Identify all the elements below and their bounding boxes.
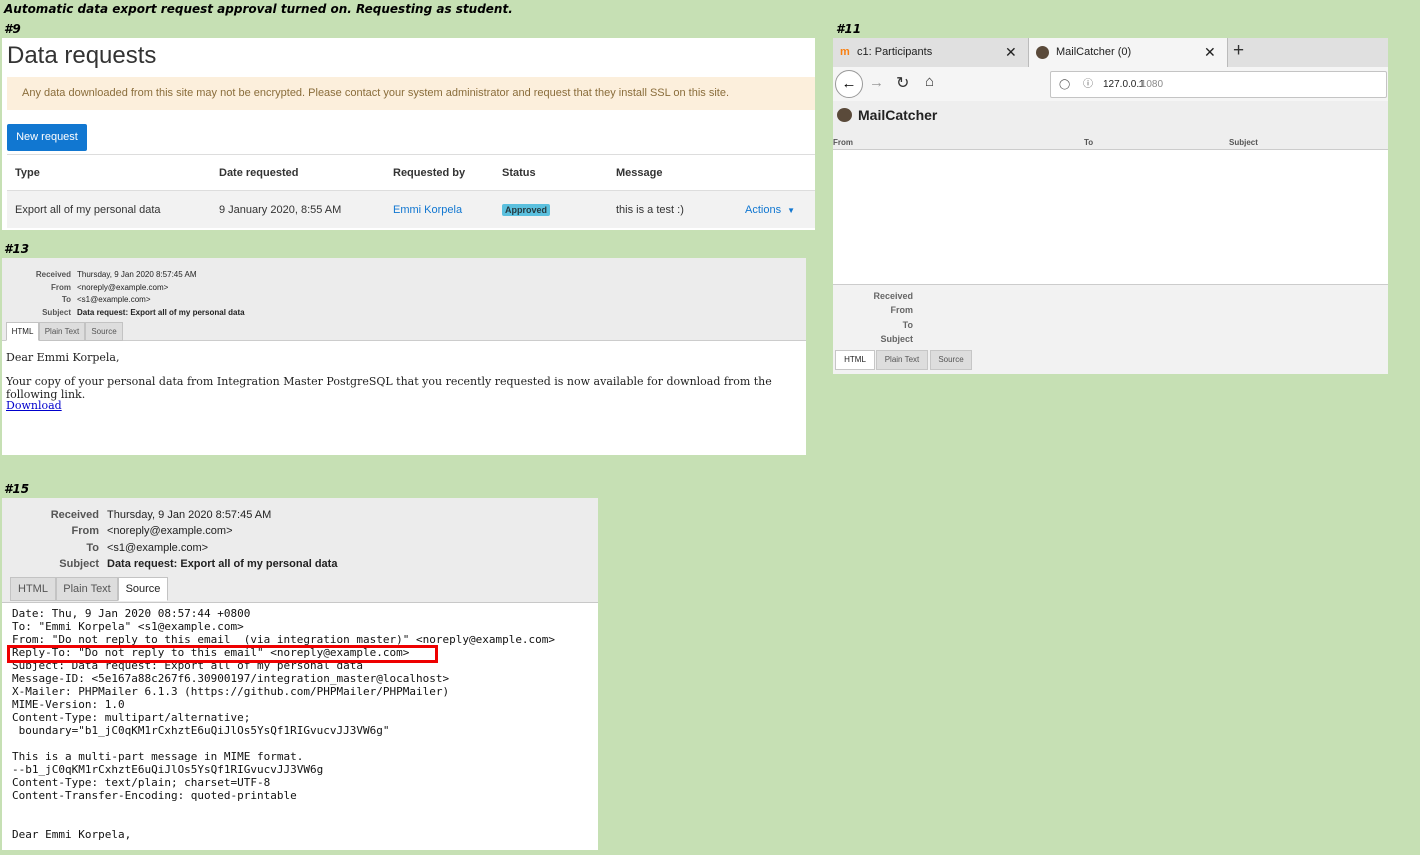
divider <box>7 154 815 155</box>
request-date-cell: 9 January 2020, 8:55 AM <box>219 204 342 216</box>
panel-label-9: #9 <box>4 22 21 36</box>
caret-down-icon: ▼ <box>787 206 796 215</box>
received-label: Received <box>873 291 913 301</box>
email-source-text: Date: Thu, 9 Jan 2020 08:57:44 +0800 To:… <box>12 607 556 841</box>
tab-plain-text[interactable]: Plain Text <box>39 322 85 341</box>
tab-source[interactable]: Source <box>118 577 168 601</box>
to-value: <s1@example.com> <box>77 295 151 304</box>
data-requests-panel: Data requests Any data downloaded from t… <box>2 38 815 230</box>
column-header-message: Message <box>616 167 663 179</box>
tab-html[interactable]: HTML <box>835 350 875 370</box>
to-label: To <box>61 295 71 304</box>
page-title: Data requests <box>7 42 157 69</box>
subject-value: Data request: Export all of my personal … <box>107 558 338 570</box>
from-value: <noreply@example.com> <box>77 283 169 292</box>
url-port: :1080 <box>1138 79 1164 90</box>
to-value: <s1@example.com> <box>107 542 209 554</box>
column-header-requested-by: Requested by <box>393 167 466 179</box>
subject-label: Subject <box>880 334 913 344</box>
subject-label: Subject <box>42 308 71 317</box>
column-header-status: Status <box>502 167 536 179</box>
ssl-warning-alert: Any data downloaded from this site may n… <box>7 77 815 110</box>
new-tab-button[interactable]: + <box>1233 40 1244 62</box>
column-header-to[interactable]: To <box>1084 138 1093 147</box>
panel-label-13: #13 <box>4 242 30 256</box>
requested-by-link[interactable]: Emmi Korpela <box>393 204 462 216</box>
email-body-text: Your copy of your personal data from Int… <box>6 375 772 401</box>
moodle-icon: m <box>840 46 850 58</box>
to-label: To <box>86 542 99 554</box>
column-header-from[interactable]: From <box>833 138 853 147</box>
received-value: Thursday, 9 Jan 2020 8:57:45 AM <box>107 509 272 521</box>
tab-html[interactable]: HTML <box>6 322 39 341</box>
url-bar[interactable]: ◯ ⓘ 127.0.0.1 :1080 <box>1050 71 1387 98</box>
tab-source[interactable]: Source <box>930 350 972 370</box>
from-label: From <box>890 305 914 315</box>
back-arrow-icon[interactable]: ← <box>835 70 863 98</box>
actions-label: Actions <box>745 204 782 216</box>
close-tab-icon[interactable]: ✕ <box>1204 38 1216 67</box>
info-icon: ⓘ <box>1083 79 1093 90</box>
new-request-button[interactable]: New request <box>7 124 87 151</box>
panel-label-15: #15 <box>4 482 30 496</box>
shield-icon: ◯ <box>1059 79 1071 90</box>
column-header-date: Date requested <box>219 167 299 179</box>
download-link[interactable]: Download <box>6 399 62 412</box>
app-title: MailCatcher <box>858 107 938 123</box>
email-source-panel: Received Thursday, 9 Jan 2020 8:57:45 AM… <box>2 498 598 850</box>
message-list <box>833 149 1388 285</box>
browser-window: m c1: Participants ✕ MailCatcher (0) ✕ +… <box>833 38 1388 374</box>
to-label: To <box>902 320 913 330</box>
from-value: <noreply@example.com> <box>107 525 233 537</box>
tab-source[interactable]: Source <box>85 322 123 341</box>
browser-toolbar: ← → ↻ ⌂ ◯ ⓘ 127.0.0.1 :1080 <box>833 67 1388 102</box>
request-message-cell: this is a test :) <box>616 204 684 216</box>
actions-menu[interactable]: Actions ▼ <box>745 204 795 216</box>
message-meta: Received From To Subject HTML Plain Text… <box>833 284 1388 374</box>
page-caption: Automatic data export request approval t… <box>4 2 513 16</box>
received-label: Received <box>35 270 71 279</box>
from-label: From <box>71 525 100 537</box>
email-greeting: Dear Emmi Korpela, <box>6 351 120 364</box>
mailcatcher-icon <box>837 108 852 122</box>
request-type-cell: Export all of my personal data <box>15 204 161 216</box>
browser-tab-mailcatcher[interactable]: MailCatcher (0) ✕ <box>1028 38 1228 67</box>
from-label: From <box>51 283 71 292</box>
browser-tab-label: MailCatcher (0) <box>1056 46 1132 58</box>
panel-label-11: #11 <box>836 22 862 36</box>
received-value: Thursday, 9 Jan 2020 8:57:45 AM <box>77 270 197 279</box>
mailcatcher-header: MailCatcher From To Subject <box>833 101 1388 149</box>
forward-arrow-icon[interactable]: → <box>869 74 884 91</box>
email-html-panel: Received Thursday, 9 Jan 2020 8:57:45 AM… <box>2 258 806 455</box>
received-label: Received <box>50 509 99 521</box>
tab-plain-text[interactable]: Plain Text <box>876 350 928 370</box>
subject-value: Data request: Export all of my personal … <box>77 308 245 317</box>
tab-html[interactable]: HTML <box>10 577 56 601</box>
reply-to-highlight <box>7 645 438 663</box>
browser-tab-participants[interactable]: m c1: Participants ✕ <box>833 38 1026 67</box>
mailcatcher-icon <box>1036 46 1049 59</box>
close-tab-icon[interactable]: ✕ <box>1005 38 1017 67</box>
subject-label: Subject <box>59 558 99 570</box>
column-header-subject[interactable]: Subject <box>1229 138 1258 147</box>
reload-icon[interactable]: ↻ <box>896 73 909 93</box>
column-header-type: Type <box>15 167 40 179</box>
status-badge: Approved <box>502 204 551 216</box>
tab-plain-text[interactable]: Plain Text <box>56 577 118 601</box>
browser-tab-label: c1: Participants <box>857 46 933 58</box>
home-icon[interactable]: ⌂ <box>925 73 934 90</box>
